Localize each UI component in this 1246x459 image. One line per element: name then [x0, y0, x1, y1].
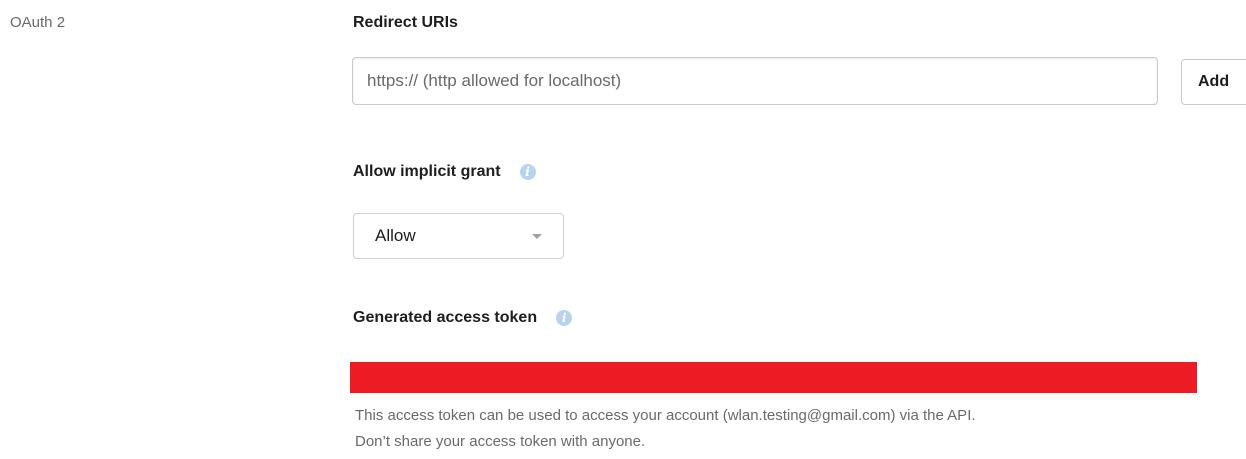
redirect-uris-heading-text: Redirect URIs — [353, 14, 458, 31]
redirect-uri-input[interactable] — [352, 57, 1158, 105]
access-token-heading-text: Generated access token — [353, 309, 538, 326]
redirect-uris-heading: Redirect URIs — [353, 14, 458, 32]
implicit-grant-heading-text: Allow implicit grant — [353, 163, 501, 180]
access-token-note-line1: This access token can be used to access … — [355, 407, 976, 424]
implicit-grant-selected-value: Allow — [375, 226, 416, 245]
oauth2-settings-panel: OAuth 2 Redirect URIs Add Allow implicit… — [0, 0, 1246, 459]
info-icon[interactable]: i — [556, 310, 573, 326]
add-redirect-uri-button[interactable]: Add — [1181, 59, 1246, 105]
info-icon[interactable]: i — [519, 164, 536, 180]
implicit-grant-heading: Allow implicit grant i — [353, 163, 536, 181]
access-token-note: This access token can be used to access … — [355, 403, 1245, 455]
chevron-down-icon — [532, 234, 542, 239]
implicit-grant-select[interactable]: Allow — [353, 213, 564, 259]
access-token-note-line2: Don’t share your access token with anyon… — [355, 433, 646, 450]
access-token-heading: Generated access token i — [353, 309, 573, 327]
redacted-access-token — [350, 362, 1197, 393]
section-label: OAuth 2 — [10, 14, 66, 31]
